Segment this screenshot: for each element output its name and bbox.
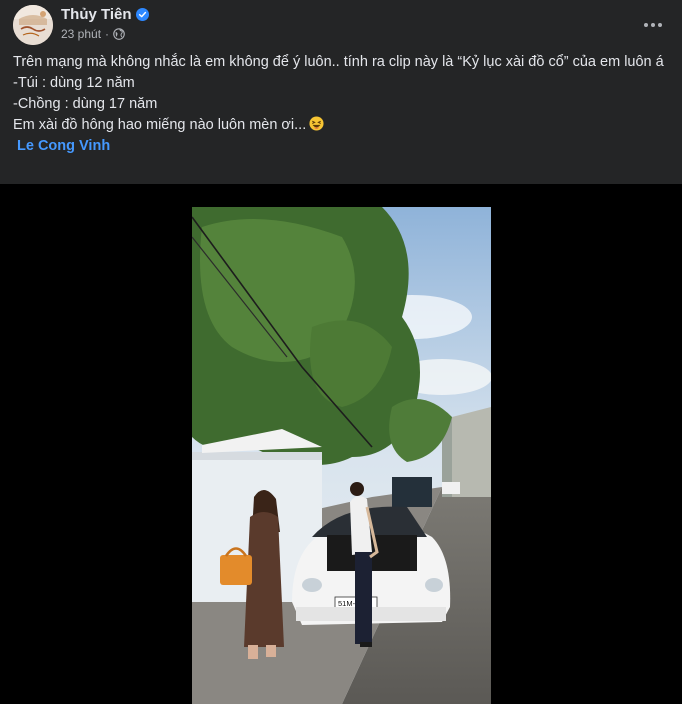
author-name[interactable]: Thủy Tiên (61, 6, 132, 23)
tag-line: Le Cong Vinh (13, 136, 673, 157)
post-timestamp[interactable]: 23 phút (61, 27, 101, 41)
caption-line: -Chồng : dùng 17 năm (13, 96, 158, 112)
grinning-squinting-face-emoji (309, 116, 324, 131)
caption-line: Em xài đồ hông hao miếng nào luôn mèn ơi… (13, 117, 307, 133)
video-still-image: 51M-549 (192, 207, 491, 704)
post-header: Thủy Tiên 23 phút · (0, 0, 682, 50)
verified-badge-icon (135, 8, 149, 21)
author-avatar[interactable] (13, 5, 53, 45)
ellipsis-icon (644, 23, 662, 27)
post-meta: 23 phút · (61, 27, 125, 41)
video-player[interactable]: 51M-549 (0, 184, 682, 704)
avatar-image (13, 5, 53, 45)
caption-line: Trên mạng mà không nhắc là em không để ý… (13, 54, 664, 70)
globe-icon[interactable] (113, 28, 125, 40)
tagged-user-link[interactable]: Le Cong Vinh (17, 138, 110, 154)
author-row: Thủy Tiên (61, 6, 149, 23)
post-caption: Trên mạng mà không nhắc là em không để ý… (13, 52, 673, 157)
facebook-post: Thủy Tiên 23 phút · Trên mạng mà không n… (0, 0, 682, 704)
caption-last-line: Em xài đồ hông hao miếng nào luôn mèn ơi… (13, 115, 673, 136)
more-options-button[interactable] (638, 10, 668, 40)
meta-separator: · (105, 27, 110, 41)
video-frame[interactable]: 51M-549 (192, 207, 491, 704)
caption-line: -Túi : dùng 12 năm (13, 75, 135, 91)
